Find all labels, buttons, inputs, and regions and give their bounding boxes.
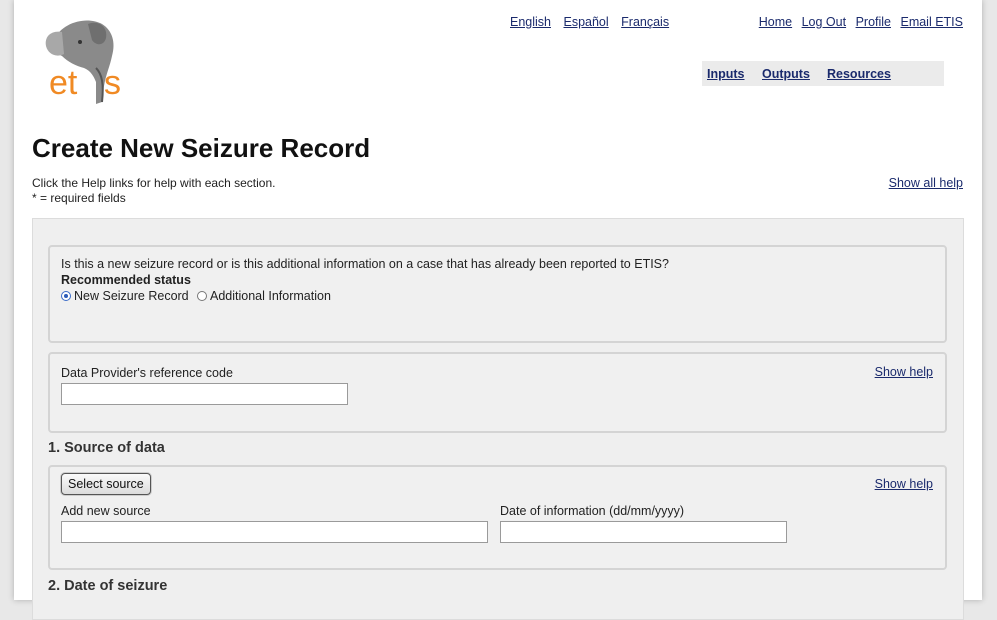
radio-additional-info-label: Additional Information xyxy=(210,289,331,303)
date-section-heading: 2. Date of seizure xyxy=(48,578,168,594)
language-links: English Español Français xyxy=(510,15,678,29)
add-source-input[interactable] xyxy=(61,521,488,543)
radio-additional-info-icon[interactable] xyxy=(197,291,207,301)
date-of-information-input[interactable] xyxy=(500,521,787,543)
reference-show-help-link[interactable]: Show help xyxy=(875,365,933,379)
nav-resources[interactable]: Resources xyxy=(827,67,891,81)
radio-new-seizure-label: New Seizure Record xyxy=(74,289,189,303)
reference-code-section: Data Provider's reference code Show help xyxy=(48,352,947,433)
status-question: Is this a new seizure record or is this … xyxy=(61,257,669,271)
radio-additional-info[interactable]: Additional Information xyxy=(197,289,331,303)
required-fields-note: * = required fields xyxy=(32,191,126,205)
radio-new-seizure-icon[interactable] xyxy=(61,291,71,301)
select-source-button[interactable]: Select source xyxy=(61,473,151,495)
lang-francais-link[interactable]: Français xyxy=(621,15,669,29)
logo-letters-et: et xyxy=(49,64,78,102)
main-nav: Inputs Outputs Resources xyxy=(702,61,944,86)
logout-link[interactable]: Log Out xyxy=(802,15,846,29)
reference-code-input[interactable] xyxy=(61,383,348,405)
page: et s English Español Français Home Log O… xyxy=(14,0,982,620)
logo-letter-s: s xyxy=(104,64,121,102)
seizure-form: Is this a new seizure record or is this … xyxy=(32,218,964,620)
status-label: Recommended status xyxy=(61,273,191,287)
status-section: Is this a new seizure record or is this … xyxy=(48,245,947,343)
date-of-information-label: Date of information (dd/mm/yyyy) xyxy=(500,504,685,518)
etis-logo[interactable]: et s xyxy=(32,12,132,108)
lang-english-link[interactable]: English xyxy=(510,15,551,29)
source-section: Select source Show help Add new source D… xyxy=(48,465,947,570)
user-links: Home Log Out Profile Email ETIS xyxy=(753,15,963,29)
radio-new-seizure[interactable]: New Seizure Record xyxy=(61,289,189,303)
page-title: Create New Seizure Record xyxy=(32,133,371,163)
source-section-heading: 1. Source of data xyxy=(48,440,165,456)
home-link[interactable]: Home xyxy=(759,15,792,29)
nav-inputs[interactable]: Inputs xyxy=(707,67,745,81)
profile-link[interactable]: Profile xyxy=(856,15,891,29)
nav-outputs[interactable]: Outputs xyxy=(762,67,810,81)
add-source-label: Add new source xyxy=(61,504,151,518)
intro-help-hint: Click the Help links for help with each … xyxy=(32,176,276,190)
intro-text: Click the Help links for help with each … xyxy=(32,176,275,206)
source-show-help-link[interactable]: Show help xyxy=(875,477,933,491)
email-etis-link[interactable]: Email ETIS xyxy=(900,15,963,29)
lang-espanol-link[interactable]: Español xyxy=(563,15,608,29)
elephant-logo-icon: et s xyxy=(45,20,121,104)
reference-code-label: Data Provider's reference code xyxy=(61,366,233,380)
show-all-help-link[interactable]: Show all help xyxy=(889,176,963,190)
